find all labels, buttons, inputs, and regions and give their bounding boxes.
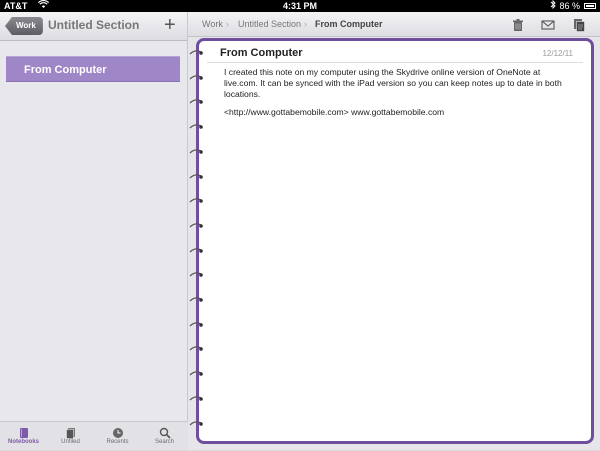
trash-icon[interactable] <box>511 17 525 31</box>
search-icon <box>159 426 171 439</box>
breadcrumb-notebook[interactable]: Work <box>202 12 223 36</box>
binding-ring-icon <box>189 93 205 105</box>
status-time: 4:31 PM <box>282 1 317 11</box>
binding-ring-icon <box>189 291 205 302</box>
tab-recents[interactable]: Recents <box>94 422 141 451</box>
status-bar: AT&T 4:31 PM 86 % <box>0 0 600 12</box>
note-divider <box>207 62 583 63</box>
binding-ring-icon <box>189 365 205 376</box>
binding-ring-icon <box>189 390 205 401</box>
note-paragraph[interactable]: I created this note on my computer using… <box>224 67 576 100</box>
breadcrumb: Work › Untitled Section › From Computer <box>188 12 600 37</box>
note-page[interactable]: From Computer 12/12/11 I created this no… <box>196 38 594 444</box>
breadcrumb-separator-icon: › <box>304 19 307 29</box>
section-header: Work Untitled Section + <box>0 12 187 41</box>
spiral-binding <box>189 44 205 444</box>
binding-ring-icon <box>189 143 205 154</box>
add-page-button[interactable]: + <box>164 14 176 36</box>
tab-search-label: Search <box>154 439 174 445</box>
binding-ring-icon <box>189 316 205 327</box>
binding-ring-icon <box>189 242 205 253</box>
pages-icon <box>65 426 77 439</box>
note-area: Work › Untitled Section › From Computer … <box>188 12 600 450</box>
breadcrumb-page: From Computer <box>315 19 383 29</box>
binding-ring-icon <box>189 44 205 55</box>
tab-recents-label: Recents <box>106 439 129 445</box>
mail-icon[interactable] <box>541 17 555 31</box>
binding-ring-icon <box>189 217 205 228</box>
tab-search[interactable]: Search <box>141 422 188 451</box>
tab-notebooks[interactable]: Notebooks <box>0 422 47 451</box>
tab-bar: Notebooks Unfiled Recents Search <box>0 421 188 450</box>
tab-unfiled-label: Unfiled <box>61 439 80 445</box>
tab-notebooks-label: Notebooks <box>7 439 39 445</box>
binding-ring-icon <box>189 69 205 80</box>
page-icon[interactable] <box>572 17 586 32</box>
note-paragraph[interactable]: <http://www.gottabemobile.com> www.gotta… <box>224 107 576 118</box>
section-panel: Work Untitled Section + From Computer <box>0 12 188 450</box>
bluetooth-icon <box>550 0 556 12</box>
note-date: 12/12/11 <box>542 49 573 58</box>
binding-ring-icon <box>189 340 205 352</box>
breadcrumb-separator-icon: › <box>226 19 229 29</box>
binding-ring-icon <box>189 415 205 426</box>
binding-ring-icon <box>189 168 205 179</box>
binding-ring-icon <box>189 266 205 278</box>
note-title[interactable]: From Computer <box>220 47 303 59</box>
tab-unfiled[interactable]: Unfiled <box>47 422 94 451</box>
battery-icon <box>584 3 596 9</box>
clock-icon <box>112 426 124 438</box>
page-list-item[interactable]: From Computer <box>6 56 180 82</box>
binding-ring-icon <box>189 192 205 203</box>
notebook-icon <box>18 426 30 438</box>
binding-ring-icon <box>189 118 205 129</box>
section-title: Untitled Section <box>48 18 140 32</box>
breadcrumb-section[interactable]: Untitled Section <box>238 12 301 36</box>
back-button[interactable]: Work <box>5 17 43 35</box>
note-body[interactable]: I created this note on my computer using… <box>224 67 576 125</box>
battery-percent: 86 % <box>559 1 580 11</box>
